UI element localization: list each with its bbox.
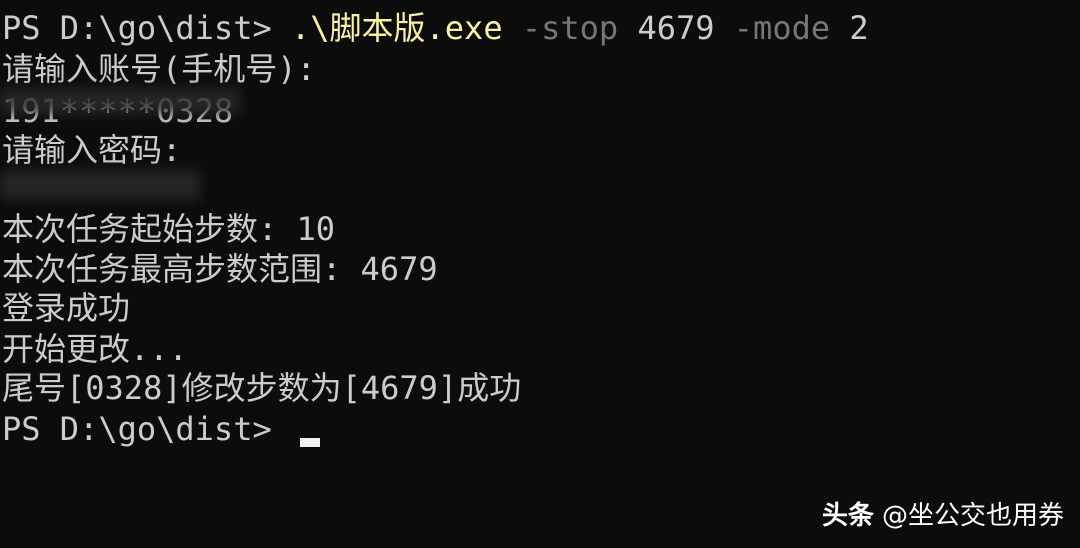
account-redaction (0, 88, 240, 114)
text-cursor (300, 438, 320, 447)
watermark-brand: 头条 (821, 501, 874, 531)
max-steps-line: 本次任务最高步数范围: 4679 (2, 250, 438, 288)
value-stop: 4679 (637, 9, 715, 47)
final-prompt: PS D:\go\dist> (2, 410, 291, 448)
prompt: PS D:\go\dist> (2, 9, 291, 47)
command-line: PS D:\go\dist> .\脚本版.exe -stop 4679 -mod… (2, 9, 869, 47)
login-success-line: 登录成功 (2, 289, 131, 327)
terminal-window[interactable]: PS D:\go\dist> .\脚本版.exe -stop 4679 -mod… (0, 0, 1080, 548)
result-line: 尾号[0328]修改步数为[4679]成功 (2, 369, 522, 407)
password-prompt: 请输入密码: (2, 131, 182, 169)
value-mode: 2 (849, 9, 869, 47)
executable-name: .\脚本版.exe (290, 9, 503, 47)
watermark: 头条 @坐公交也用券 (822, 495, 1064, 532)
start-change-line: 开始更改... (2, 330, 188, 368)
watermark-handle: @坐公交也用券 (881, 501, 1064, 531)
flag-stop: -stop (521, 9, 619, 47)
password-redaction (0, 170, 200, 200)
flag-mode: -mode (733, 9, 831, 47)
start-steps-line: 本次任务起始步数: 10 (2, 210, 336, 248)
account-prompt: 请输入账号(手机号): (2, 50, 316, 88)
